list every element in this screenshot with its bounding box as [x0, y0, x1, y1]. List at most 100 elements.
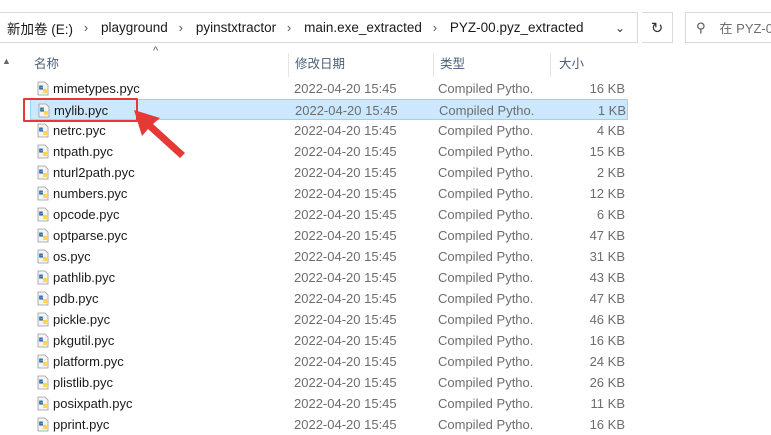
- breadcrumb-pyz-extracted[interactable]: PYZ-00.pyz_extracted: [442, 20, 590, 35]
- file-name: pprint.pyc: [53, 417, 110, 432]
- file-size: 43 KB: [589, 270, 625, 285]
- annotation-highlight-box: [23, 98, 138, 122]
- python-file-icon: [37, 333, 49, 348]
- python-file-icon: [37, 354, 49, 369]
- file-type: Compiled Pytho...: [438, 270, 534, 285]
- file-type: Compiled Pytho...: [438, 165, 534, 180]
- file-size: 2 KB: [596, 165, 625, 180]
- file-modified-date: 2022-04-20 15:45: [294, 207, 397, 222]
- file-size: 4 KB: [596, 123, 625, 138]
- file-name: optparse.pyc: [53, 228, 128, 243]
- file-row[interactable]: ntpath.pyc 2022-04-20 15:45 Compiled Pytho…: [30, 141, 628, 162]
- chevron-up-icon: ▲: [2, 56, 11, 66]
- chevron-right-icon[interactable]: ›: [428, 20, 442, 35]
- file-size: 16 KB: [589, 81, 625, 96]
- column-date[interactable]: 修改日期: [288, 53, 433, 77]
- breadcrumb: 新加卷 (E:) › playground › pyinstxtractor ›…: [0, 13, 590, 42]
- file-row[interactable]: plistlib.pyc 2022-04-20 15:45 Compiled Pyt…: [30, 372, 628, 393]
- search-icon: ⚲: [696, 19, 706, 35]
- file-row[interactable]: numbers.pyc 2022-04-20 15:45 Compiled Pyth…: [30, 183, 628, 204]
- file-size: 26 KB: [589, 375, 625, 390]
- file-name: pickle.pyc: [53, 312, 111, 327]
- file-row[interactable]: nturl2path.pyc 2022-04-20 15:45 Compiled P…: [30, 162, 628, 183]
- file-name: numbers.pyc: [53, 186, 128, 201]
- file-row[interactable]: pickle.pyc 2022-04-20 15:45 Compiled Pytho…: [30, 309, 628, 330]
- file-row[interactable]: mimetypes.pyc 2022-04-20 15:45 Compiled Py…: [30, 78, 628, 99]
- file-type: Compiled Pytho...: [439, 103, 535, 118]
- refresh-button[interactable]: ↻: [642, 12, 673, 43]
- file-name: posixpath.pyc: [53, 396, 133, 411]
- search-box[interactable]: ⚲ 在 PYZ-00: [685, 12, 771, 43]
- chevron-right-icon[interactable]: ›: [79, 20, 93, 35]
- toolbar: 新加卷 (E:) › playground › pyinstxtractor ›…: [0, 0, 771, 56]
- file-size: 47 KB: [589, 228, 625, 243]
- file-row[interactable]: pathlib.pyc 2022-04-20 15:45 Compiled Pyth…: [30, 267, 628, 288]
- file-modified-date: 2022-04-20 15:45: [294, 123, 397, 138]
- file-name: os.pyc: [53, 249, 91, 264]
- file-name: opcode.pyc: [53, 207, 120, 222]
- file-size: 15 KB: [589, 144, 625, 159]
- file-type: Compiled Pytho...: [438, 144, 534, 159]
- file-type: Compiled Pytho...: [438, 291, 534, 306]
- file-size: 1 KB: [597, 103, 626, 118]
- file-modified-date: 2022-04-20 15:45: [294, 354, 397, 369]
- file-size: 12 KB: [589, 186, 625, 201]
- column-header: ^ 名称 修改日期 类型 大小: [0, 45, 771, 77]
- file-modified-date: 2022-04-20 15:45: [294, 333, 397, 348]
- file-type: Compiled Pytho...: [438, 354, 534, 369]
- column-type[interactable]: 类型: [433, 53, 550, 77]
- address-bar[interactable]: 新加卷 (E:) › playground › pyinstxtractor ›…: [0, 12, 638, 43]
- file-type: Compiled Pytho...: [438, 312, 534, 327]
- file-type: Compiled Pytho...: [438, 249, 534, 264]
- file-modified-date: 2022-04-20 15:45: [294, 417, 397, 432]
- python-file-icon: [37, 123, 49, 138]
- file-modified-date: 2022-04-20 15:45: [294, 228, 397, 243]
- file-row[interactable]: pprint.pyc 2022-04-20 15:45 Compiled Pytho…: [30, 414, 628, 435]
- python-file-icon: [37, 249, 49, 264]
- file-modified-date: 2022-04-20 15:45: [294, 81, 397, 96]
- file-type: Compiled Pytho...: [438, 186, 534, 201]
- file-row[interactable]: pdb.pyc 2022-04-20 15:45 Compiled Pytho...…: [30, 288, 628, 309]
- file-modified-date: 2022-04-20 15:45: [294, 249, 397, 264]
- file-name: mimetypes.pyc: [53, 81, 140, 96]
- file-size: 11 KB: [590, 396, 625, 411]
- chevron-down-icon[interactable]: ⌄: [609, 13, 631, 42]
- python-file-icon: [37, 417, 49, 432]
- file-name: pathlib.pyc: [53, 270, 116, 285]
- chevron-right-icon[interactable]: ›: [282, 20, 296, 35]
- python-file-icon: [37, 207, 49, 222]
- column-name[interactable]: 名称: [30, 53, 288, 77]
- file-name: netrc.pyc: [53, 123, 106, 138]
- breadcrumb-playground[interactable]: playground: [93, 20, 174, 35]
- file-type: Compiled Pytho...: [438, 123, 534, 138]
- file-type: Compiled Pytho...: [438, 396, 534, 411]
- file-row[interactable]: pkgutil.pyc 2022-04-20 15:45 Compiled Pyth…: [30, 330, 628, 351]
- file-row[interactable]: os.pyc 2022-04-20 15:45 Compiled Pytho... 3…: [30, 246, 628, 267]
- file-type: Compiled Pytho...: [438, 207, 534, 222]
- file-row[interactable]: posixpath.pyc 2022-04-20 15:45 Compiled Py…: [30, 393, 628, 414]
- file-type: Compiled Pytho...: [438, 228, 534, 243]
- nav-pane-edge: ▲: [0, 56, 18, 433]
- file-modified-date: 2022-04-20 15:45: [294, 186, 397, 201]
- breadcrumb-pyinstxtractor[interactable]: pyinstxtractor: [188, 20, 282, 35]
- python-file-icon: [37, 81, 49, 96]
- file-row[interactable]: netrc.pyc 2022-04-20 15:45 Compiled Pytho.…: [30, 120, 628, 141]
- file-row[interactable]: optparse.pyc 2022-04-20 15:45 Compiled Pyt…: [30, 225, 628, 246]
- file-name: plistlib.pyc: [53, 375, 113, 390]
- python-file-icon: [37, 375, 49, 390]
- file-row[interactable]: platform.pyc 2022-04-20 15:45 Compiled Pyt…: [30, 351, 628, 372]
- file-modified-date: 2022-04-20 15:45: [294, 291, 397, 306]
- file-name: pdb.pyc: [53, 291, 99, 306]
- file-modified-date: 2022-04-20 15:45: [294, 144, 397, 159]
- file-name: pkgutil.pyc: [53, 333, 115, 348]
- chevron-right-icon[interactable]: ›: [174, 20, 188, 35]
- file-row[interactable]: opcode.pyc 2022-04-20 15:45 Compiled Pytho…: [30, 204, 628, 225]
- file-modified-date: 2022-04-20 15:45: [294, 165, 397, 180]
- file-modified-date: 2022-04-20 15:45: [294, 270, 397, 285]
- python-file-icon: [37, 228, 49, 243]
- column-size[interactable]: 大小: [550, 53, 632, 77]
- file-size: 24 KB: [589, 354, 625, 369]
- breadcrumb-main-exe-extracted[interactable]: main.exe_extracted: [296, 20, 428, 35]
- annotation-arrow-icon: [134, 110, 185, 158]
- breadcrumb-drive[interactable]: 新加卷 (E:): [0, 18, 79, 38]
